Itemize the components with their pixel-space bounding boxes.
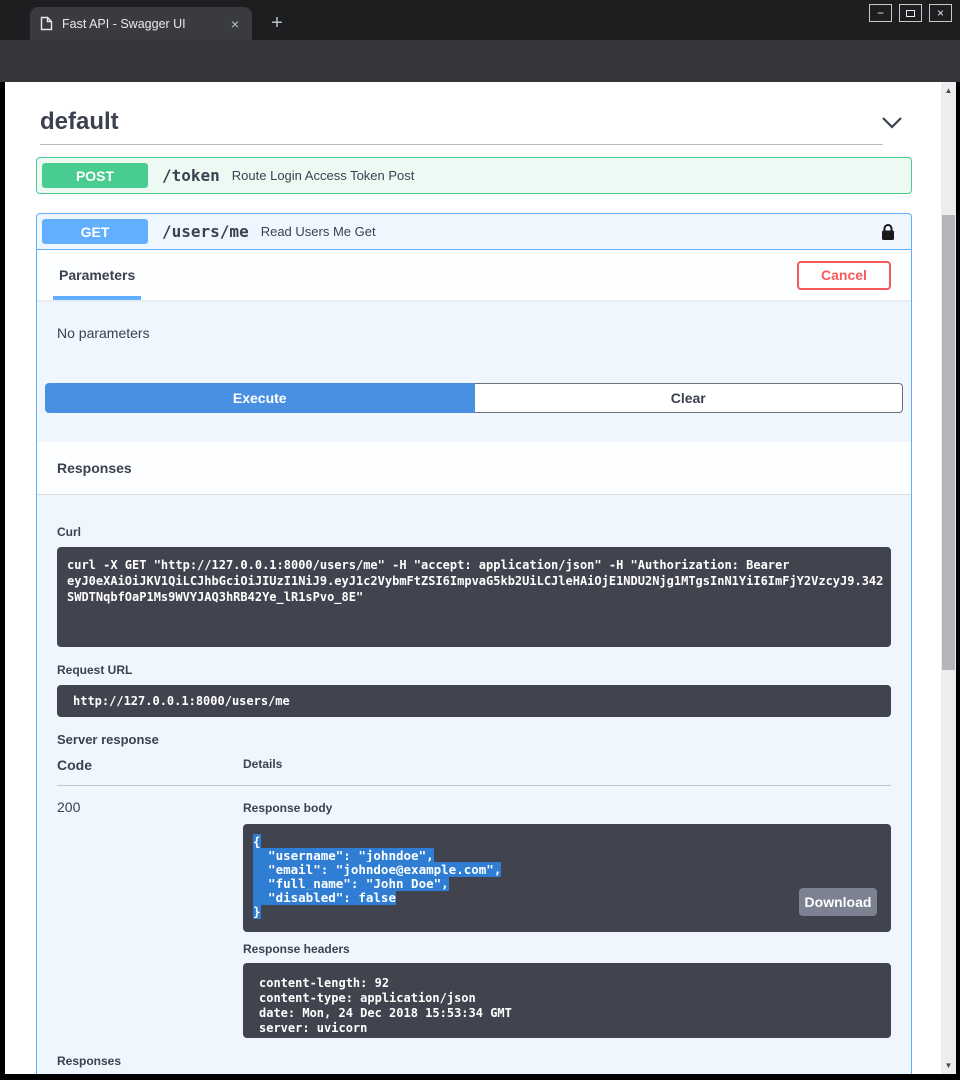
server-response-table-header: Code Details [57,757,891,786]
chevron-down-icon[interactable] [881,116,903,129]
response-status-code: 200 [57,799,243,1038]
download-button[interactable]: Download [799,888,877,916]
curl-line: SWDTNqbfOaP1Ms9WVYJAQ3hRB42Ye_lR1sPvo_8E… [67,589,881,605]
response-header-line: date: Mon, 24 Dec 2018 15:53:34 GMT [259,1006,875,1021]
server-response-table: Code Details 200 Response body { "userna… [57,757,891,1038]
clear-button[interactable]: Clear [475,383,904,413]
minimize-button[interactable]: − [869,4,892,22]
browser-tab[interactable]: Fast API - Swagger UI × [30,7,252,40]
responses-inner: Curl curl -X GET "http://127.0.0.1:8000/… [37,495,911,1074]
page-scrollbar[interactable]: ▲ ▼ [941,82,956,1074]
auth-lock-icon[interactable] [881,223,895,241]
scrollbar-thumb[interactable] [942,215,955,670]
response-body-line: "disabled": false [253,891,881,905]
curl-command-block[interactable]: curl -X GET "http://127.0.0.1:8000/users… [57,547,891,647]
parameters-tab-underline [53,296,141,300]
request-url-value: http://127.0.0.1:8000/users/me [73,694,875,708]
execute-button[interactable]: Execute [45,383,475,413]
swagger-page: default POST /token Route Login Access T… [5,82,941,1074]
response-body-block[interactable]: { "username": "johndoe", "email": "johnd… [243,824,891,932]
response-header-line: content-type: application/json [259,991,875,1006]
browser-titlebar: Fast API - Swagger UI × + − × [0,0,960,40]
cancel-button[interactable]: Cancel [797,261,891,290]
curl-line: curl -X GET "http://127.0.0.1:8000/users… [67,557,881,573]
post-summary: Route Login Access Token Post [232,168,415,183]
tag-divider [40,144,883,145]
response-body-line: { [253,835,881,849]
details-column-header: Details [243,757,282,773]
tab-close-icon[interactable]: × [228,16,242,32]
response-body-line: } [253,905,881,919]
page-favicon-icon [40,16,53,31]
response-details-cell: Response body { "username": "johndoe", "… [243,799,891,1038]
response-headers-block: content-length: 92 content-type: applica… [243,963,891,1038]
responses-table-label: Responses [57,1054,891,1068]
parameters-body: No parameters [37,300,911,341]
response-header-line: server: uvicorn [259,1021,875,1036]
responses-section-header: Responses [37,442,911,495]
response-header-line: content-length: 92 [259,976,875,991]
window-controls: − × [869,4,952,22]
server-response-row: 200 Response body { "username": "johndoe… [57,786,891,1038]
post-method-badge: POST [42,163,148,188]
opblock-get-header[interactable]: GET /users/me Read Users Me Get [37,214,911,250]
maximize-icon [906,10,915,17]
get-method-badge: GET [42,219,148,244]
curl-label: Curl [57,525,81,539]
scroll-up-icon[interactable]: ▲ [941,86,956,95]
browser-toolbar: 127.0.0.1:8000/docs ☆ ⋮ [0,40,960,82]
opblock-post-token: POST /token Route Login Access Token Pos… [36,157,912,194]
opblock-get-users-me: GET /users/me Read Users Me Get Paramete… [36,213,912,1074]
curl-line: eyJ0eXAiOiJKV1QiLCJhbGciOiJIUzI1NiJ9.eyJ… [67,573,881,589]
parameters-tab-label: Parameters [59,267,135,283]
request-url-block: http://127.0.0.1:8000/users/me [57,685,891,717]
request-url-label: Request URL [57,663,891,677]
new-tab-button[interactable]: + [263,9,291,37]
close-button[interactable]: × [929,4,952,22]
get-summary: Read Users Me Get [261,224,376,239]
tag-section-header[interactable]: default [5,82,941,144]
opblock-post-header[interactable]: POST /token Route Login Access Token Pos… [37,158,911,193]
parameters-section-header: Parameters Cancel [37,250,911,300]
execute-wrapper: Execute Clear [37,341,911,442]
response-body-line: "email": "johndoe@example.com", [253,863,881,877]
maximize-button[interactable] [899,4,922,22]
post-path: /token [162,166,220,185]
responses-section-title: Responses [57,460,132,476]
no-parameters-message: No parameters [57,325,150,341]
response-body-label: Response body [243,801,332,815]
code-column-header: Code [57,757,243,773]
response-body-line: "full_name": "John Doe", [253,877,881,891]
tag-title: default [40,108,119,136]
server-response-label: Server response [57,732,891,747]
response-headers-label: Response headers [243,942,891,956]
scroll-down-icon[interactable]: ▼ [941,1061,956,1070]
get-path: /users/me [162,222,249,241]
tab-parameters[interactable]: Parameters [53,250,141,300]
tab-title: Fast API - Swagger UI [62,17,228,31]
response-body-line: "username": "johndoe", [253,849,881,863]
